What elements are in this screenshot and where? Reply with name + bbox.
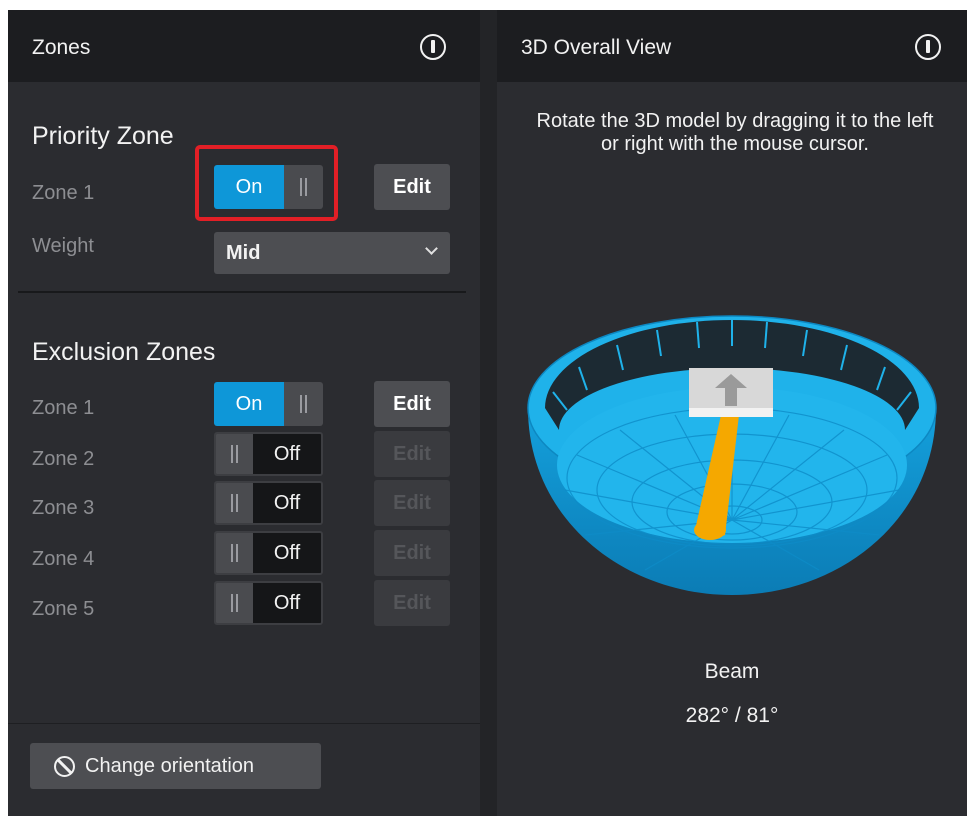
change-orientation-button[interactable]: Change orientation <box>30 743 321 789</box>
exclusion-zone-5-toggle[interactable]: Off <box>214 581 323 625</box>
priority-zone-label: Zone 1 <box>32 182 95 204</box>
exclusion-zone-3-toggle[interactable]: Off <box>214 481 323 525</box>
info-icon[interactable] <box>915 34 941 60</box>
exclusion-zone-1-toggle[interactable]: On <box>214 382 323 426</box>
exclusion-zone-label: Zone 5 <box>32 598 95 620</box>
info-icon[interactable] <box>420 34 446 60</box>
toggle-knob <box>216 434 253 474</box>
grip-icon <box>231 544 238 562</box>
3d-view-panel-title: 3D Overall View <box>521 36 672 59</box>
grip-icon <box>231 445 238 463</box>
section-divider <box>18 291 466 293</box>
3d-view-panel-header: 3D Overall View <box>497 10 967 82</box>
zones-panel: Zones Priority Zone Zone 1 On Edit Weigh… <box>8 10 480 816</box>
zones-panel-header: Zones <box>8 10 480 82</box>
zones-panel-title: Zones <box>32 36 91 59</box>
exclusion-zone-label: Zone 1 <box>32 397 95 419</box>
exclusion-zone-label: Zone 4 <box>32 548 95 570</box>
highlight-box <box>195 145 338 221</box>
priority-zone-edit-button[interactable]: Edit <box>374 164 450 210</box>
panel-gutter <box>480 10 497 816</box>
grip-icon <box>231 594 238 612</box>
chevron-down-icon <box>425 242 438 255</box>
rotate-instructions: Rotate the 3D model by dragging it to th… <box>536 110 934 155</box>
grip-icon <box>300 395 307 413</box>
footer-divider <box>8 723 480 724</box>
priority-zone-title: Priority Zone <box>32 122 174 150</box>
weight-select[interactable]: Mid <box>214 232 450 274</box>
3d-view-panel: 3D Overall View Rotate the 3D model by d… <box>497 10 967 816</box>
exclusion-zone-3-edit-button: Edit <box>374 480 450 526</box>
weight-label: Weight <box>32 235 94 257</box>
toggle-state: On <box>214 382 284 426</box>
toggle-knob <box>216 583 253 623</box>
grip-icon <box>231 494 238 512</box>
exclusion-zone-label: Zone 3 <box>32 497 95 519</box>
exclusion-zone-1-edit-button[interactable]: Edit <box>374 381 450 427</box>
toggle-state: Off <box>253 483 321 523</box>
toggle-knob <box>216 483 253 523</box>
sensor-block <box>689 368 773 417</box>
3d-bowl-model[interactable] <box>525 290 939 620</box>
beam-label: Beam <box>704 660 760 683</box>
toggle-state: Off <box>253 434 321 474</box>
toggle-state: Off <box>253 583 321 623</box>
weight-value: Mid <box>226 242 261 264</box>
exclusion-zone-4-edit-button: Edit <box>374 530 450 576</box>
exclusion-zone-4-toggle[interactable]: Off <box>214 531 323 575</box>
exclusion-zones-title: Exclusion Zones <box>32 338 216 366</box>
toggle-knob <box>216 533 253 573</box>
beam-value: 282° / 81° <box>685 704 779 727</box>
exclusion-zone-5-edit-button: Edit <box>374 580 450 626</box>
exclusion-zone-label: Zone 2 <box>32 448 95 470</box>
toggle-knob <box>284 382 323 426</box>
change-orientation-label: Change orientation <box>85 754 255 777</box>
beam-spot <box>694 520 726 540</box>
exclusion-zone-2-toggle[interactable]: Off <box>214 432 323 476</box>
ban-icon <box>54 755 75 777</box>
toggle-state: Off <box>253 533 321 573</box>
exclusion-zone-2-edit-button: Edit <box>374 431 450 477</box>
